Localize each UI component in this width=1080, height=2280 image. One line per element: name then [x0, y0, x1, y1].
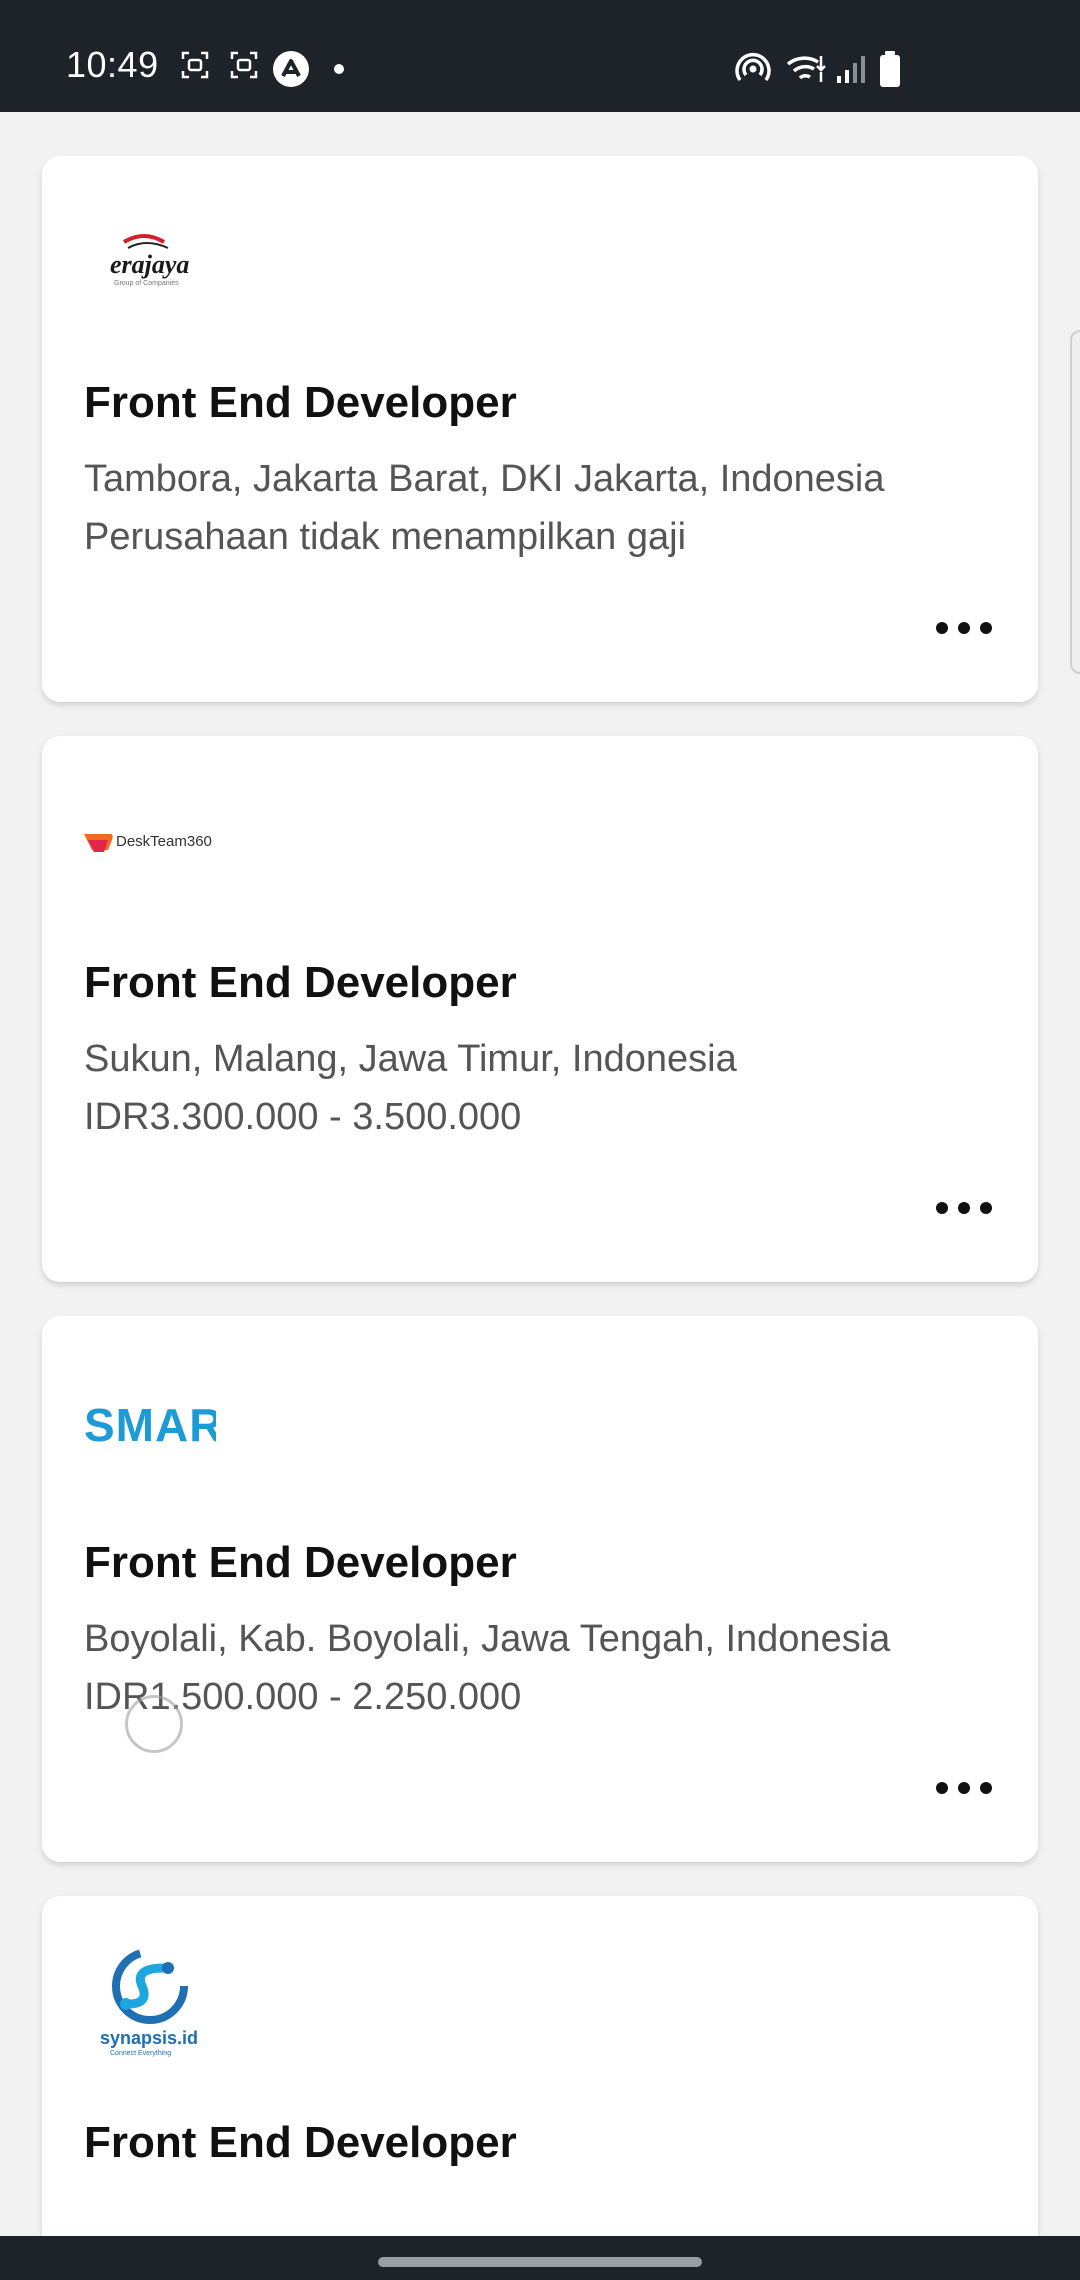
more-options-button[interactable] — [936, 620, 992, 636]
scrollbar[interactable] — [1070, 330, 1080, 674]
logo-subtext: Group of Companies — [114, 280, 179, 287]
job-salary: Perusahaan tidak menampilkan gaji — [84, 516, 687, 558]
logo-subtext: Connect Everything — [110, 2050, 172, 2057]
logo-text: SMAR — [84, 1399, 216, 1451]
more-dot-icon — [936, 622, 948, 634]
more-dot-icon — [958, 1782, 970, 1794]
company-logo-synapsis: synapsis.id Connect Everything — [84, 1946, 214, 2062]
job-title[interactable]: Front End Developer — [84, 1538, 517, 1588]
job-card[interactable]: DeskTeam360 Front End Developer Sukun, M… — [42, 736, 1038, 1282]
signal-icon — [837, 56, 865, 83]
logo-text: DeskTeam360 — [116, 833, 212, 850]
status-time: 10:49 — [66, 44, 159, 85]
company-logo-smar: SMAR — [84, 1394, 216, 1454]
more-dot-icon — [958, 1202, 970, 1214]
more-options-button[interactable] — [936, 1780, 992, 1796]
screenshot-icon — [181, 51, 209, 79]
company-logo-deskteam360: DeskTeam360 — [84, 830, 284, 860]
wifi-icon — [786, 56, 826, 82]
job-title[interactable]: Front End Developer — [84, 378, 517, 428]
touch-indicator — [125, 1695, 183, 1753]
more-options-button[interactable] — [936, 1200, 992, 1216]
more-dot-icon — [936, 1202, 948, 1214]
more-dot-icon — [980, 1782, 992, 1794]
job-title[interactable]: Front End Developer — [84, 958, 517, 1008]
job-card[interactable]: erajaya Group of Companies Front End Dev… — [42, 156, 1038, 702]
job-location: Tambora, Jakarta Barat, DKI Jakarta, Ind… — [84, 458, 885, 500]
app-notification-icon — [273, 51, 309, 87]
logo-text: synapsis.id — [100, 2028, 199, 2048]
job-location: Boyolali, Kab. Boyolali, Jawa Tengah, In… — [84, 1618, 891, 1660]
battery-icon — [880, 51, 900, 87]
job-card[interactable]: synapsis.id Connect Everything Front End… — [42, 1896, 1038, 2236]
job-title[interactable]: Front End Developer — [84, 2118, 517, 2168]
screenshot-icon — [230, 51, 258, 79]
company-logo-erajaya: erajaya Group of Companies — [84, 228, 224, 298]
logo-text: erajaya — [110, 250, 190, 279]
more-dot-icon — [980, 1202, 992, 1214]
home-gesture-handle[interactable] — [378, 2257, 702, 2267]
job-card[interactable]: SMAR Front End Developer Boyolali, Kab. … — [42, 1316, 1038, 1862]
more-dot-icon — [980, 622, 992, 634]
job-salary: IDR3.300.000 - 3.500.000 — [84, 1096, 522, 1138]
more-dot-icon — [936, 1782, 948, 1794]
dot-icon — [334, 64, 344, 74]
job-location: Sukun, Malang, Jawa Timur, Indonesia — [84, 1038, 737, 1080]
hotspot-icon — [735, 52, 771, 82]
status-bar: 10:49 — [0, 0, 1080, 112]
more-dot-icon — [958, 622, 970, 634]
